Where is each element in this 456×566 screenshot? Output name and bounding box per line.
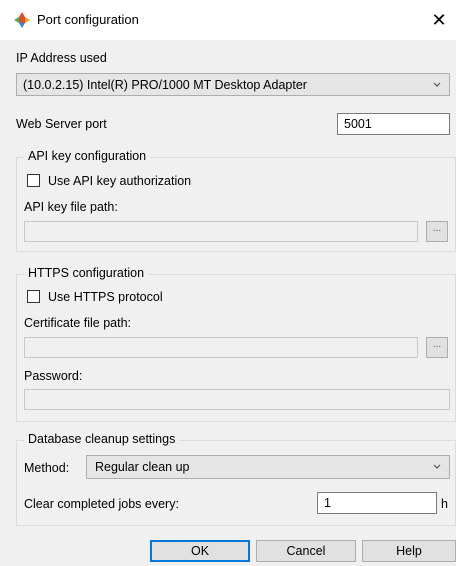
port-configuration-dialog: Port configuration ✕ IP Address used (10… xyxy=(0,0,456,566)
api-key-group-legend: API key configuration xyxy=(24,149,151,163)
web-server-port-input[interactable]: 5001 xyxy=(337,113,450,135)
password-label: Password: xyxy=(24,369,83,383)
use-https-checkbox[interactable] xyxy=(27,290,40,303)
ok-button[interactable]: OK xyxy=(150,540,250,562)
use-api-key-label: Use API key authorization xyxy=(48,174,192,188)
ip-address-label: IP Address used xyxy=(16,51,107,65)
api-key-browse-button[interactable]: ... xyxy=(426,221,448,242)
clear-completed-value: 1 xyxy=(324,496,331,510)
cancel-button[interactable]: Cancel xyxy=(256,540,356,562)
api-key-path-input[interactable] xyxy=(24,221,418,242)
hours-unit-label: h xyxy=(441,497,448,511)
web-server-port-label: Web Server port xyxy=(16,117,107,131)
title-bar: Port configuration ✕ xyxy=(0,0,456,40)
help-button[interactable]: Help xyxy=(362,540,456,562)
web-server-port-value: 5001 xyxy=(344,117,372,131)
api-key-path-label: API key file path: xyxy=(24,200,118,214)
https-group-legend: HTTPS configuration xyxy=(24,266,149,280)
window-title: Port configuration xyxy=(37,12,139,27)
clear-completed-label: Clear completed jobs every: xyxy=(24,497,179,511)
use-api-key-checkbox[interactable] xyxy=(27,174,40,187)
certificate-path-label: Certificate file path: xyxy=(24,316,131,330)
password-input[interactable] xyxy=(24,389,450,410)
chevron-down-icon xyxy=(433,82,441,87)
method-label: Method: xyxy=(24,461,70,475)
method-value: Regular clean up xyxy=(95,460,190,474)
close-button[interactable]: ✕ xyxy=(428,9,450,31)
database-cleanup-group-legend: Database cleanup settings xyxy=(24,432,180,446)
clear-completed-input[interactable]: 1 xyxy=(317,492,437,514)
close-icon: ✕ xyxy=(431,10,447,30)
ip-address-value: (10.0.2.15) Intel(R) PRO/1000 MT Desktop… xyxy=(23,77,307,92)
certificate-path-input[interactable] xyxy=(24,337,418,358)
method-dropdown[interactable]: Regular clean up xyxy=(86,455,450,479)
ip-address-dropdown[interactable]: (10.0.2.15) Intel(R) PRO/1000 MT Desktop… xyxy=(16,73,450,96)
app-logo-icon xyxy=(14,12,30,28)
chevron-down-icon xyxy=(433,464,441,469)
certificate-browse-button[interactable]: ... xyxy=(426,337,448,358)
use-https-label: Use HTTPS protocol xyxy=(48,290,163,304)
